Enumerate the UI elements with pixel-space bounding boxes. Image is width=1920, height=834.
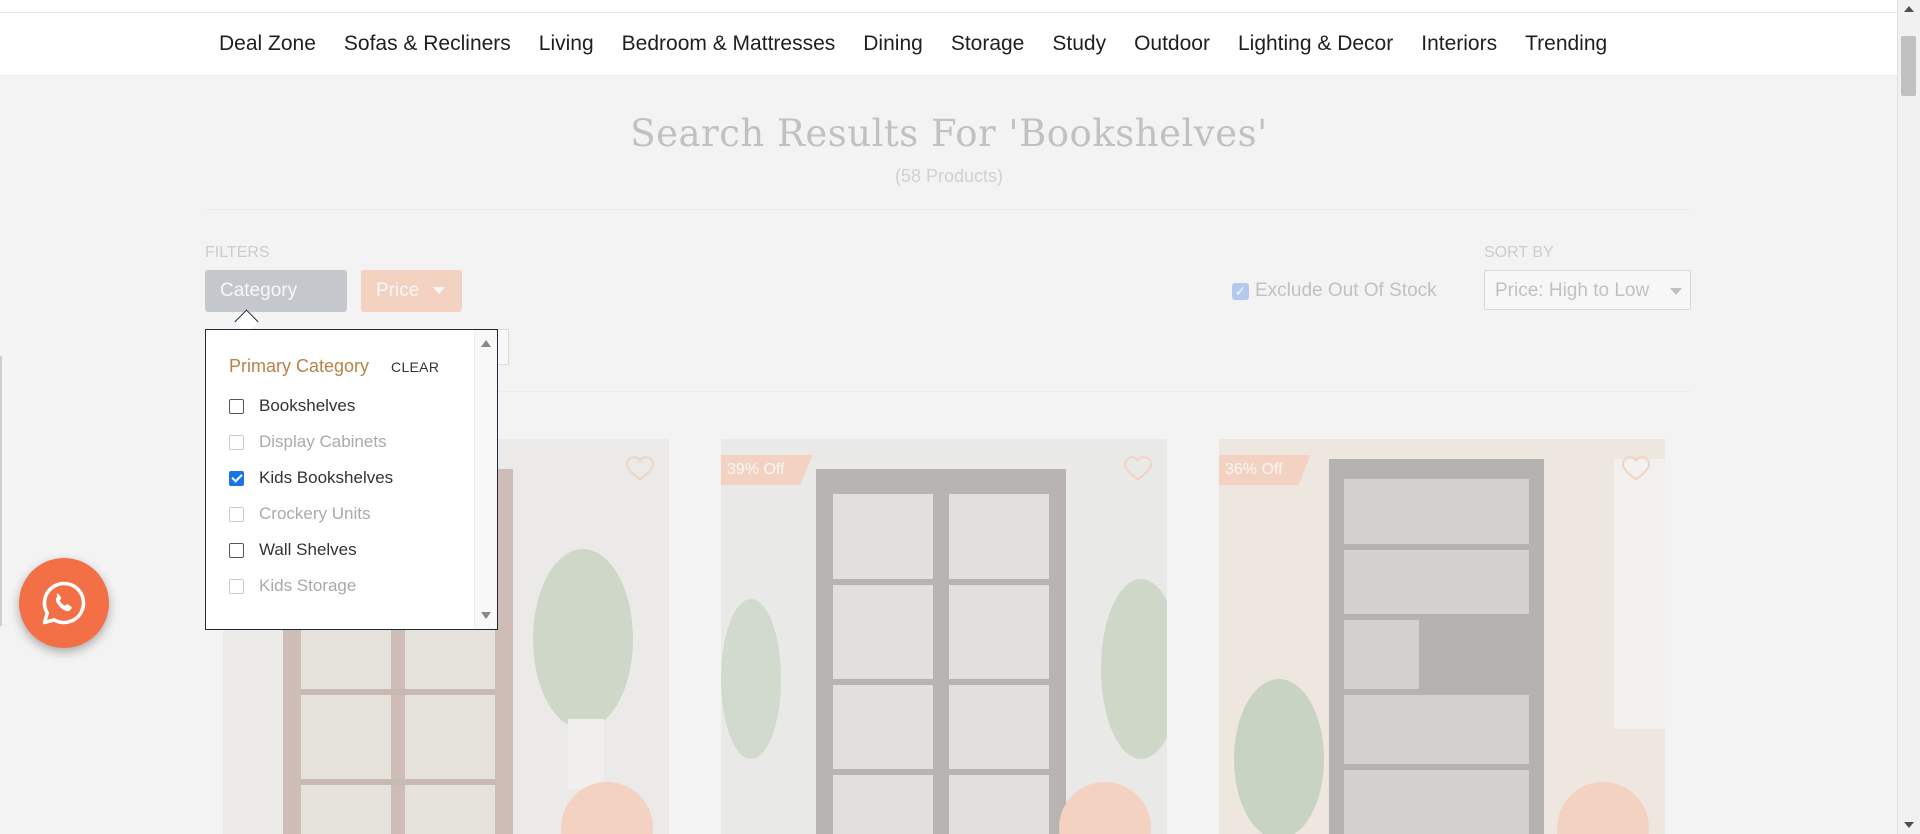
scroll-up-arrow-icon[interactable]	[481, 340, 491, 347]
page-scrollbar[interactable]	[1897, 0, 1920, 834]
popup-header: Primary Category CLEAR	[229, 356, 439, 377]
category-filter-label: Category	[220, 280, 298, 301]
category-option-wall-shelves[interactable]: Wall Shelves	[229, 540, 357, 560]
product-count: (58 Products)	[894, 166, 1004, 186]
heart-icon[interactable]	[1123, 453, 1153, 483]
category-option-kids-bookshelves[interactable]: Kids Bookshelves	[229, 468, 393, 488]
heart-icon[interactable]	[1621, 453, 1651, 483]
product-image	[1219, 439, 1665, 834]
price-filter-button[interactable]: Price	[361, 270, 462, 312]
product-image	[721, 439, 1167, 834]
price-filter-label: Price	[376, 280, 420, 301]
product-card[interactable]: 36% Off	[1219, 439, 1665, 834]
chevron-down-icon	[1670, 288, 1682, 295]
nav-item-deal-zone[interactable]: Deal Zone	[205, 32, 330, 56]
category-option-label: Kids Bookshelves	[259, 468, 394, 487]
nav-item-dining[interactable]: Dining	[849, 32, 937, 56]
category-option-label: Display Cabinets	[259, 432, 387, 451]
checkbox-checked[interactable]	[229, 470, 244, 486]
whatsapp-button[interactable]	[19, 558, 109, 648]
filters-label: FILTERS	[205, 244, 270, 261]
exclude-out-of-stock-label: Exclude Out Of Stock	[1255, 280, 1437, 301]
exclude-out-of-stock-toggle[interactable]: ✓ Exclude Out Of Stock	[1232, 280, 1437, 302]
product-card[interactable]: 39% Off	[721, 439, 1167, 834]
main-nav: Deal Zone Sofas & Recliners Living Bedro…	[205, 13, 1621, 75]
checkbox	[229, 434, 244, 450]
divider	[205, 209, 1691, 210]
nav-item-lighting-decor[interactable]: Lighting & Decor	[1224, 32, 1407, 56]
sort-select[interactable]: Price: High to Low	[1484, 270, 1691, 310]
nav-item-study[interactable]: Study	[1038, 32, 1120, 56]
nav-item-bedroom-mattresses[interactable]: Bedroom & Mattresses	[608, 32, 850, 56]
clear-button[interactable]: CLEAR	[391, 359, 439, 375]
category-filter-popup: Primary Category CLEAR Bookshelves Displ…	[205, 329, 498, 630]
category-filter-button[interactable]: Category	[205, 270, 347, 312]
category-option-crockery-units: Crockery Units	[229, 504, 370, 524]
category-option-display-cabinets: Display Cabinets	[229, 432, 387, 452]
primary-category-heading: Primary Category	[229, 356, 370, 376]
discount-badge: 36% Off	[1219, 455, 1311, 485]
nav-item-interiors[interactable]: Interiors	[1407, 32, 1511, 56]
category-option-bookshelves[interactable]: Bookshelves	[229, 396, 355, 416]
nav-item-storage[interactable]: Storage	[937, 32, 1039, 56]
heart-icon[interactable]	[625, 453, 655, 483]
checkbox[interactable]	[229, 398, 244, 414]
discount-badge: 39% Off	[721, 455, 813, 485]
scroll-down-arrow-icon[interactable]	[481, 612, 491, 619]
popup-scrollbar[interactable]	[474, 330, 497, 629]
category-option-label: Kids Storage	[259, 576, 357, 595]
category-option-label: Crockery Units	[259, 504, 371, 523]
category-option-label: Wall Shelves	[259, 540, 357, 559]
nav-item-outdoor[interactable]: Outdoor	[1120, 32, 1224, 56]
category-option-label: Bookshelves	[259, 396, 356, 415]
checkbox	[229, 578, 244, 594]
checkbox[interactable]	[229, 542, 244, 558]
left-edge-panel	[0, 356, 2, 626]
nav-item-living[interactable]: Living	[525, 32, 608, 56]
category-option-kids-storage: Kids Storage	[229, 576, 356, 596]
whatsapp-icon	[42, 581, 86, 625]
chevron-down-icon	[433, 287, 446, 295]
scroll-up-arrow-icon[interactable]	[1904, 6, 1914, 12]
nav-item-sofas-recliners[interactable]: Sofas & Recliners	[330, 32, 525, 56]
sort-selected-value: Price: High to Low	[1495, 280, 1650, 301]
sort-by-label: SORT BY	[1484, 244, 1554, 261]
nav-item-trending[interactable]: Trending	[1511, 32, 1621, 56]
scrollbar-thumb[interactable]	[1901, 36, 1916, 96]
scroll-down-arrow-icon[interactable]	[1904, 822, 1914, 828]
page-title: Search Results For 'Bookshelves'	[630, 112, 1268, 155]
checkbox-checked-icon[interactable]: ✓	[1232, 282, 1249, 300]
checkbox	[229, 506, 244, 522]
